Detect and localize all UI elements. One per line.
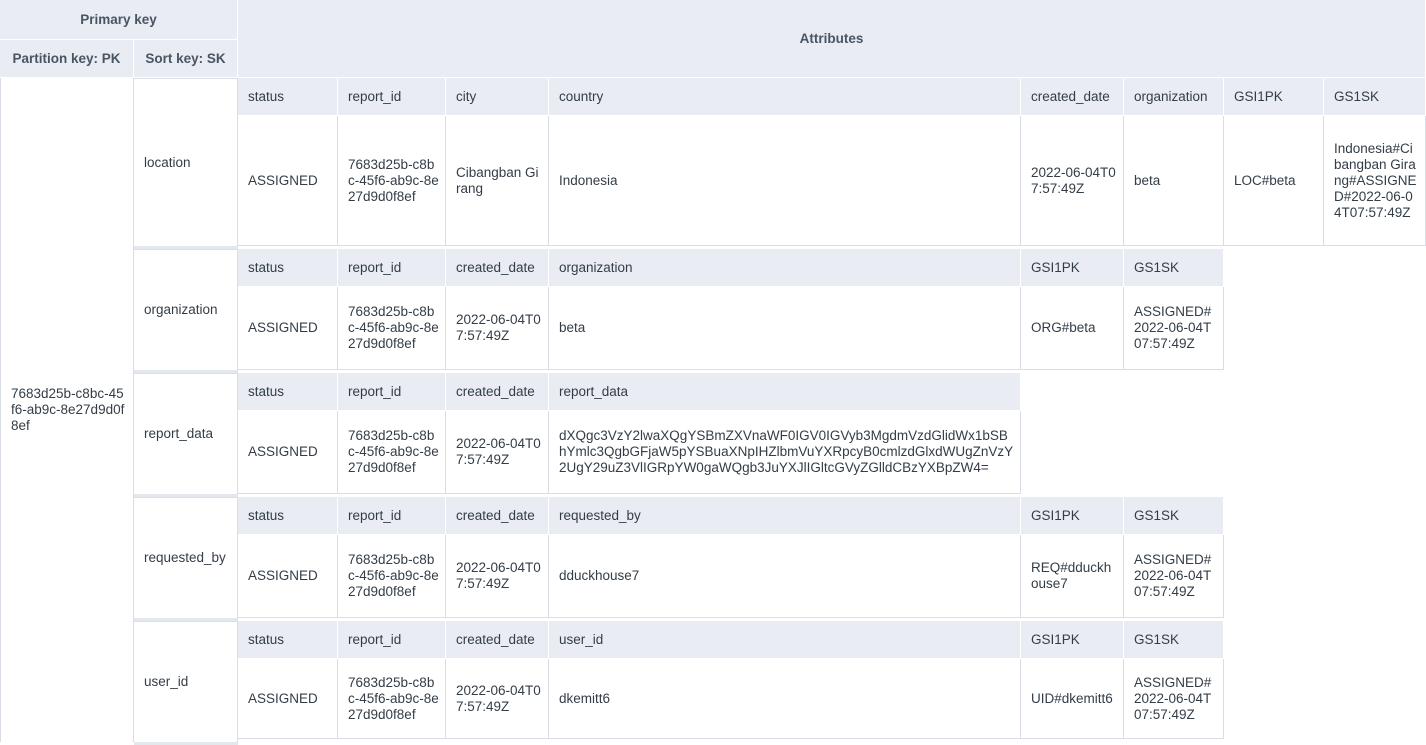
partition-key-cell: 7683d25b-c8bc-45f6-ab9c-8e27d9d0f8ef bbox=[0, 78, 134, 742]
sort-key-cell: requested_by bbox=[134, 497, 238, 621]
primary-key-header: Primary key bbox=[0, 0, 238, 40]
attribute-name: status bbox=[238, 249, 338, 287]
attribute-value: 7683d25b-c8bc-45f6-ab9c-8e27d9d0f8ef bbox=[338, 659, 446, 739]
attributes-header: Attributes bbox=[238, 0, 1426, 78]
attribute-value: ASSIGNED bbox=[238, 535, 338, 618]
attribute-value: 7683d25b-c8bc-45f6-ab9c-8e27d9d0f8ef bbox=[338, 116, 446, 246]
sort-key-header: Sort key: SK bbox=[134, 40, 238, 78]
attribute-value: ASSIGNED bbox=[238, 287, 338, 370]
attribute-value: LOC#beta bbox=[1224, 116, 1324, 246]
attribute-name: status bbox=[238, 373, 338, 411]
attribute-name: GSI1PK bbox=[1021, 621, 1124, 659]
attribute-name: report_id bbox=[338, 621, 446, 659]
attribute-value: 2022-06-04T07:57:49Z bbox=[446, 659, 549, 739]
attribute-value: 2022-06-04T07:57:49Z bbox=[446, 535, 549, 618]
attribute-name: created_date bbox=[1021, 78, 1124, 116]
attribute-name: requested_by bbox=[549, 497, 1021, 535]
attribute-value: beta bbox=[549, 287, 1021, 370]
attribute-name: created_date bbox=[446, 621, 549, 659]
attribute-value: dXQgc3VzY2lwaXQgYSBmZXVnaWF0IGV0IGVyb3Mg… bbox=[549, 411, 1021, 494]
attribute-value: dkemitt6 bbox=[549, 659, 1021, 739]
attribute-name: report_id bbox=[338, 78, 446, 116]
sort-key-cell: user_id bbox=[134, 621, 238, 745]
attribute-name: GS1SK bbox=[1124, 621, 1224, 659]
sort-key-cell: location bbox=[134, 78, 238, 249]
attribute-value: 7683d25b-c8bc-45f6-ab9c-8e27d9d0f8ef bbox=[338, 411, 446, 494]
attribute-value: ASSIGNED#2022-06-04T07:57:49Z bbox=[1124, 287, 1224, 370]
attribute-value: 2022-06-04T07:57:49Z bbox=[446, 287, 549, 370]
attribute-name: organization bbox=[549, 249, 1021, 287]
attribute-value: Indonesia#Cibangban Girang#ASSIGNED#2022… bbox=[1324, 116, 1426, 246]
attribute-value: ASSIGNED bbox=[238, 116, 338, 246]
attribute-name: GS1SK bbox=[1124, 497, 1224, 535]
attribute-name: status bbox=[238, 497, 338, 535]
attribute-name: city bbox=[446, 78, 549, 116]
attribute-name: created_date bbox=[446, 373, 549, 411]
attribute-name: report_id bbox=[338, 373, 446, 411]
sort-key-cell: organization bbox=[134, 249, 238, 373]
attribute-name: report_data bbox=[549, 373, 1021, 411]
attribute-name: GSI1PK bbox=[1021, 497, 1124, 535]
attribute-name: GS1SK bbox=[1124, 249, 1224, 287]
attribute-name: GS1SK bbox=[1324, 78, 1426, 116]
attribute-name: report_id bbox=[338, 497, 446, 535]
attribute-value: beta bbox=[1124, 116, 1224, 246]
attribute-name: created_date bbox=[446, 497, 549, 535]
attribute-value: ASSIGNED bbox=[238, 411, 338, 494]
attribute-value: ORG#beta bbox=[1021, 287, 1124, 370]
attribute-value: 7683d25b-c8bc-45f6-ab9c-8e27d9d0f8ef bbox=[338, 287, 446, 370]
attribute-value: Cibangban Girang bbox=[446, 116, 549, 246]
attribute-value: ASSIGNED#2022-06-04T07:57:49Z bbox=[1124, 535, 1224, 618]
attribute-value: ASSIGNED#2022-06-04T07:57:49Z bbox=[1124, 659, 1224, 739]
attribute-value: Indonesia bbox=[549, 116, 1021, 246]
attribute-name: user_id bbox=[549, 621, 1021, 659]
sort-key-cell: report_data bbox=[134, 373, 238, 497]
attribute-name: organization bbox=[1124, 78, 1224, 116]
attribute-name: status bbox=[238, 621, 338, 659]
attribute-name: status bbox=[238, 78, 338, 116]
attribute-name: GSI1PK bbox=[1224, 78, 1324, 116]
partition-key-header: Partition key: PK bbox=[0, 40, 134, 78]
attribute-name: created_date bbox=[446, 249, 549, 287]
attribute-value: ASSIGNED bbox=[238, 659, 338, 739]
attribute-name: country bbox=[549, 78, 1021, 116]
attribute-value: REQ#dduckhouse7 bbox=[1021, 535, 1124, 618]
attribute-value: 7683d25b-c8bc-45f6-ab9c-8e27d9d0f8ef bbox=[338, 535, 446, 618]
attribute-value: 2022-06-04T07:57:49Z bbox=[1021, 116, 1124, 246]
attribute-value: UID#dkemitt6 bbox=[1021, 659, 1124, 739]
attribute-name: GSI1PK bbox=[1021, 249, 1124, 287]
attribute-name: report_id bbox=[338, 249, 446, 287]
attribute-value: dduckhouse7 bbox=[549, 535, 1021, 618]
attribute-value: 2022-06-04T07:57:49Z bbox=[446, 411, 549, 494]
